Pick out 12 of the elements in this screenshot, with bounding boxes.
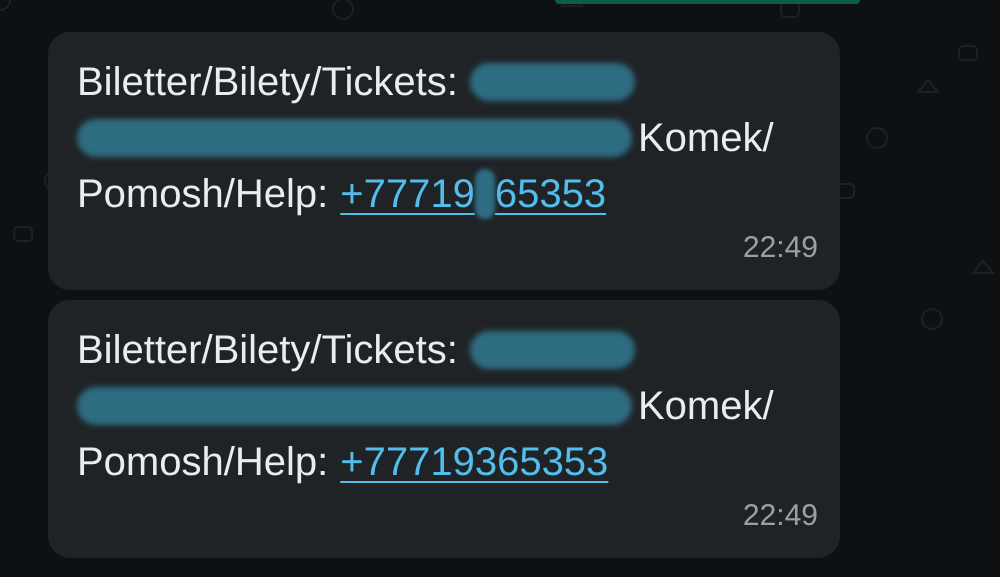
message-time: 22:49 (742, 498, 818, 534)
message-text: Biletter/Bilety/Tickets: (77, 327, 458, 374)
message-time: 22:49 (742, 230, 818, 266)
redaction-mark (474, 169, 495, 219)
message-text: Biletter/Bilety/Tickets: (77, 59, 458, 106)
message-text: Komek/ (638, 383, 774, 430)
phone-link[interactable]: +77719365353 (340, 434, 608, 490)
message-text: Komek/ (638, 115, 774, 162)
message-text: Pomosh/Help: (77, 171, 328, 218)
phone-link[interactable]: 65353 (494, 166, 606, 222)
phone-link[interactable]: +77719 (340, 166, 475, 222)
message-text: Pomosh/Help: (77, 439, 328, 486)
